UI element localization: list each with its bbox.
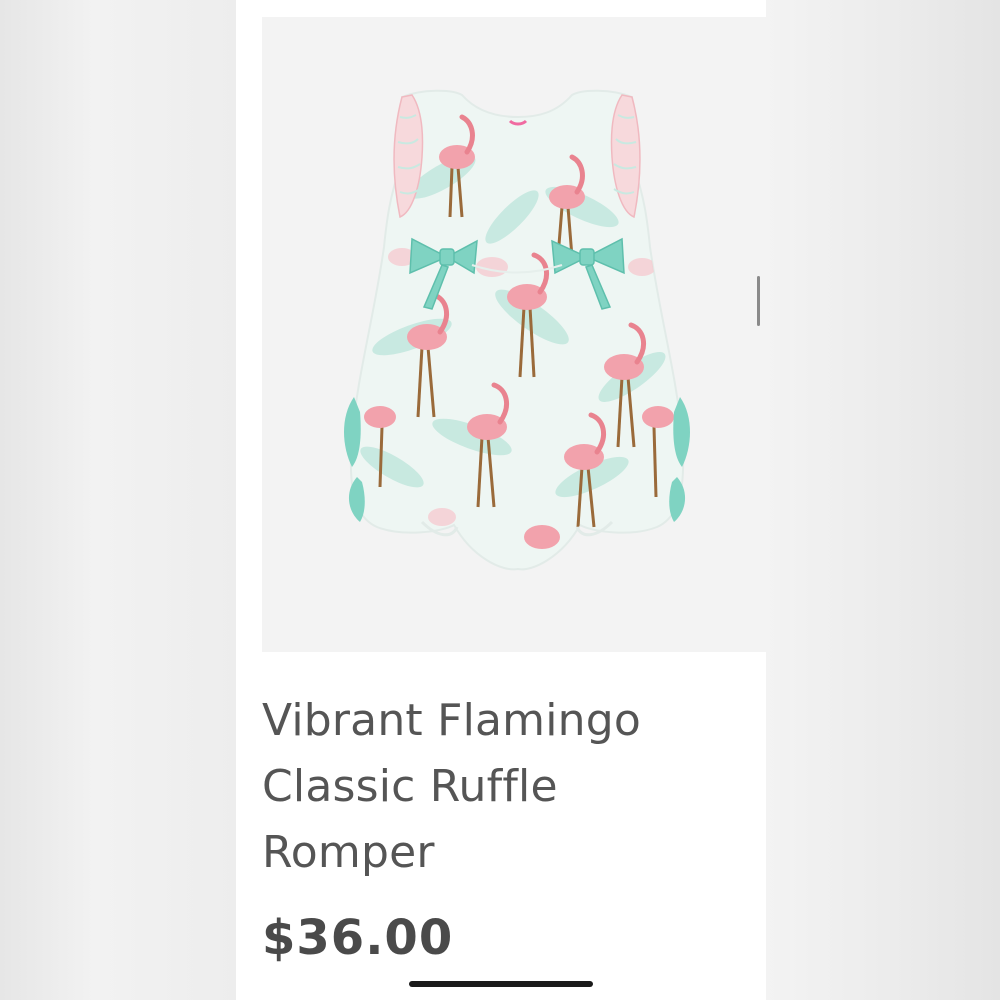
- home-indicator[interactable]: [409, 981, 593, 987]
- product-title: Vibrant Flamingo Classic Ruffle Romper: [262, 695, 641, 878]
- background-blur-left: [0, 0, 236, 1000]
- product-detail-screen: Vibrant Flamingo Classic Ruffle Romper $…: [236, 0, 766, 1000]
- product-image[interactable]: [262, 17, 766, 652]
- scroll-indicator[interactable]: [757, 276, 760, 326]
- flamingo-romper-illustration: [262, 17, 766, 652]
- product-price: $36.00: [262, 910, 454, 966]
- background-blur-right: [766, 0, 1000, 1000]
